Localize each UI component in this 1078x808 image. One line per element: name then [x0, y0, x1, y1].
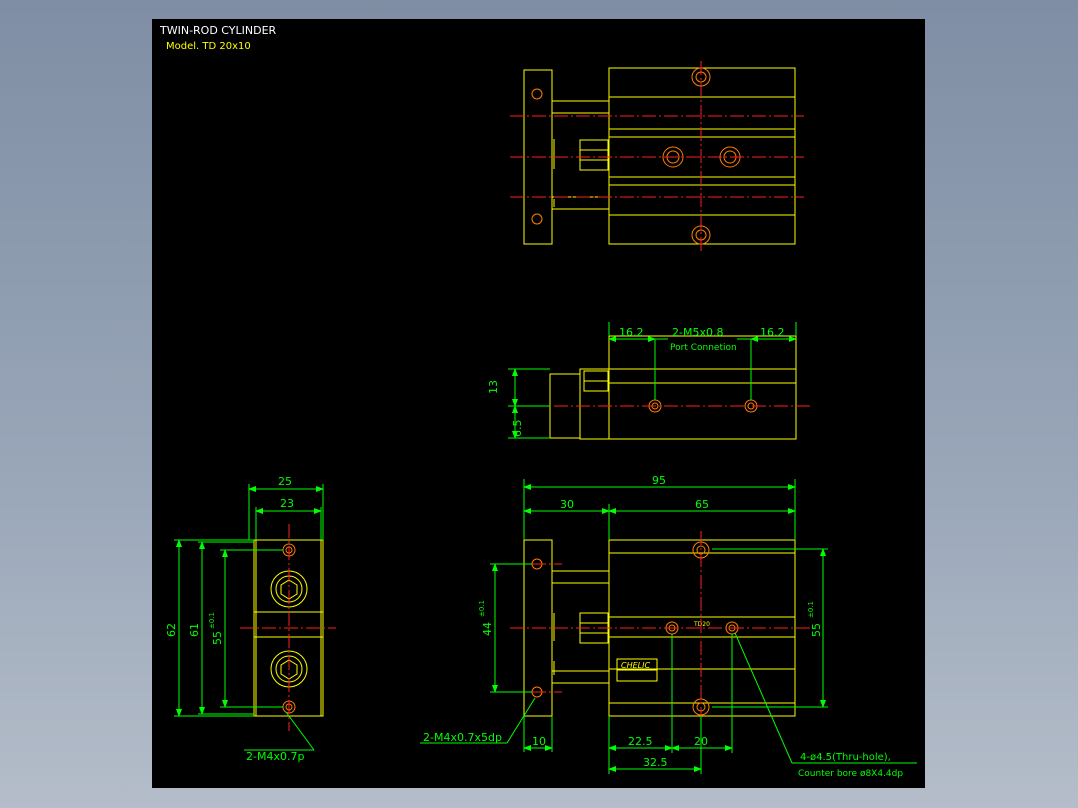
dim-23: 23 — [280, 497, 294, 510]
counterbore-note: Counter bore ø8X4.4dp — [798, 769, 903, 779]
side-view-dims — [508, 322, 797, 439]
tol-44: ±0.1 — [478, 600, 486, 617]
body-tag: TD20 — [693, 621, 710, 628]
drawing-sheet: TWIN-ROD CYLINDER Model. TD 20x10 16.2 2… — [152, 19, 925, 788]
port-sub-label: Port Connetion — [670, 343, 737, 353]
dim-61: 61 — [188, 623, 201, 637]
dim-55-right: 55 — [810, 623, 823, 637]
dim-16-2-left: 16.2 — [619, 326, 644, 339]
dim-95: 95 — [652, 474, 666, 487]
dim-13: 13 — [487, 380, 500, 394]
dim-22-5: 22.5 — [628, 735, 653, 748]
cad-drawing: TWIN-ROD CYLINDER Model. TD 20x10 16.2 2… — [159, 24, 917, 779]
dim-44: 44 — [481, 622, 494, 636]
tol-55: ±0.1 — [208, 612, 216, 629]
plan-view-centerlines — [510, 531, 810, 724]
plan-view-dims — [420, 479, 917, 774]
end-thread-note: 2-M4x0.7p — [246, 750, 304, 763]
dim-10: 10 — [532, 735, 546, 748]
dim-32-5: 32.5 — [643, 756, 668, 769]
dim-6-5: 6.5 — [511, 420, 524, 438]
plate-thread-note: 2-M4x0.7x5dp — [423, 731, 502, 744]
top-view-holes — [531, 67, 741, 245]
dim-20: 20 — [694, 735, 708, 748]
tol-55-right: ±0.1 — [807, 601, 815, 618]
brand-plate: CHELIC — [621, 661, 650, 670]
top-view — [523, 67, 796, 245]
model-label: Model. TD 20x10 — [166, 41, 251, 52]
end-view-dims — [174, 484, 324, 751]
dim-55: 55 — [211, 631, 224, 645]
dim-65: 65 — [695, 498, 709, 511]
hole-note: 4-ø4.5(Thru-hole), — [800, 752, 891, 763]
drawing-title: TWIN-ROD CYLINDER — [159, 24, 277, 37]
dim-30: 30 — [560, 498, 574, 511]
port-label: 2-M5x0.8 — [672, 326, 723, 339]
dim-16-2-right: 16.2 — [760, 326, 785, 339]
dim-62: 62 — [165, 623, 178, 637]
dim-25: 25 — [278, 475, 292, 488]
